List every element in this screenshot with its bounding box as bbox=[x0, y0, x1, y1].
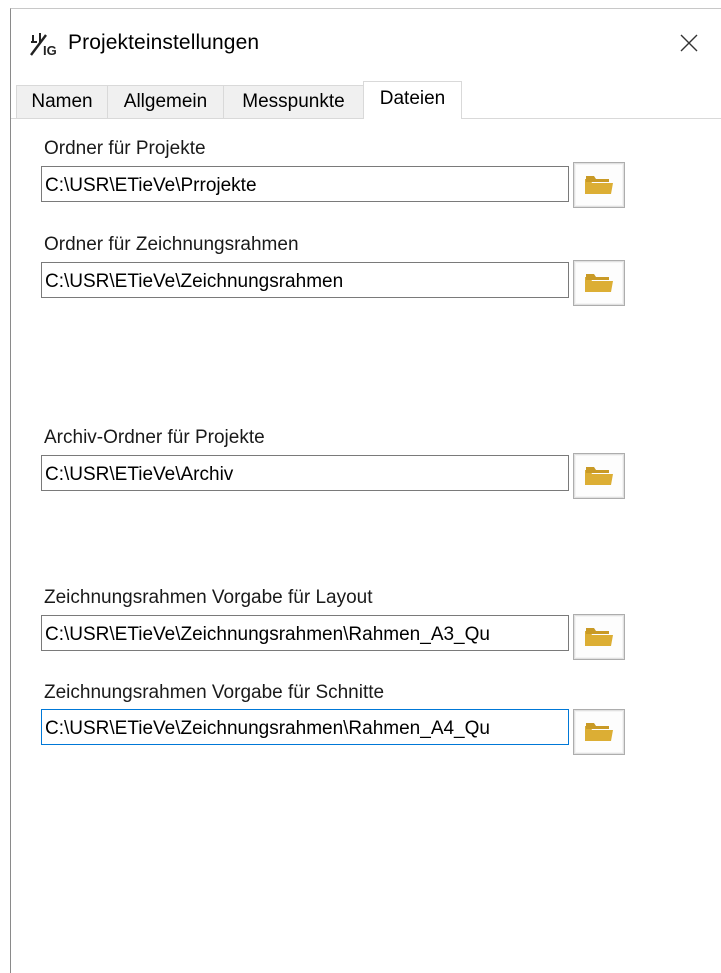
archive-folder-input[interactable] bbox=[41, 455, 569, 491]
folder-icon bbox=[585, 274, 613, 292]
folder-icon bbox=[585, 467, 613, 485]
folder-icon bbox=[585, 176, 613, 194]
tab-bar: Namen Allgemein Messpunkte Dateien bbox=[11, 81, 721, 119]
drawing-frames-folder-input[interactable] bbox=[41, 262, 569, 298]
projects-folder-input[interactable] bbox=[41, 166, 569, 202]
close-button[interactable] bbox=[671, 25, 707, 61]
dialog-title: Projekteinstellungen bbox=[68, 31, 260, 54]
tab-namen[interactable]: Namen bbox=[16, 85, 108, 118]
folder-icon bbox=[585, 723, 613, 741]
layout-frame-default-input[interactable] bbox=[41, 615, 569, 651]
title-bar: IG Projekteinstellungen bbox=[11, 9, 721, 75]
browse-section-frame-button[interactable] bbox=[573, 709, 625, 755]
tab-allgemein[interactable]: Allgemein bbox=[107, 85, 224, 118]
browse-layout-frame-button[interactable] bbox=[573, 614, 625, 660]
svg-text:IG: IG bbox=[43, 43, 57, 57]
close-icon bbox=[680, 34, 698, 52]
section-frame-default-input[interactable] bbox=[41, 709, 569, 745]
layout-frame-default-label: Zeichnungsrahmen Vorgabe für Layout bbox=[44, 587, 373, 608]
project-settings-dialog: IG Projekteinstellungen Namen Allgemein … bbox=[10, 8, 721, 973]
archive-folder-label: Archiv-Ordner für Projekte bbox=[44, 427, 265, 448]
folder-icon bbox=[585, 628, 613, 646]
projects-folder-label: Ordner für Projekte bbox=[44, 138, 206, 159]
app-logo-icon: IG bbox=[29, 31, 63, 58]
browse-projects-folder-button[interactable] bbox=[573, 162, 625, 208]
section-frame-default-label: Zeichnungsrahmen Vorgabe für Schnitte bbox=[44, 682, 385, 703]
drawing-frames-folder-label: Ordner für Zeichnungsrahmen bbox=[44, 234, 299, 255]
browse-drawing-frames-folder-button[interactable] bbox=[573, 260, 625, 306]
tab-dateien[interactable]: Dateien bbox=[363, 81, 462, 119]
browse-archive-folder-button[interactable] bbox=[573, 453, 625, 499]
tab-messpunkte[interactable]: Messpunkte bbox=[223, 85, 364, 118]
